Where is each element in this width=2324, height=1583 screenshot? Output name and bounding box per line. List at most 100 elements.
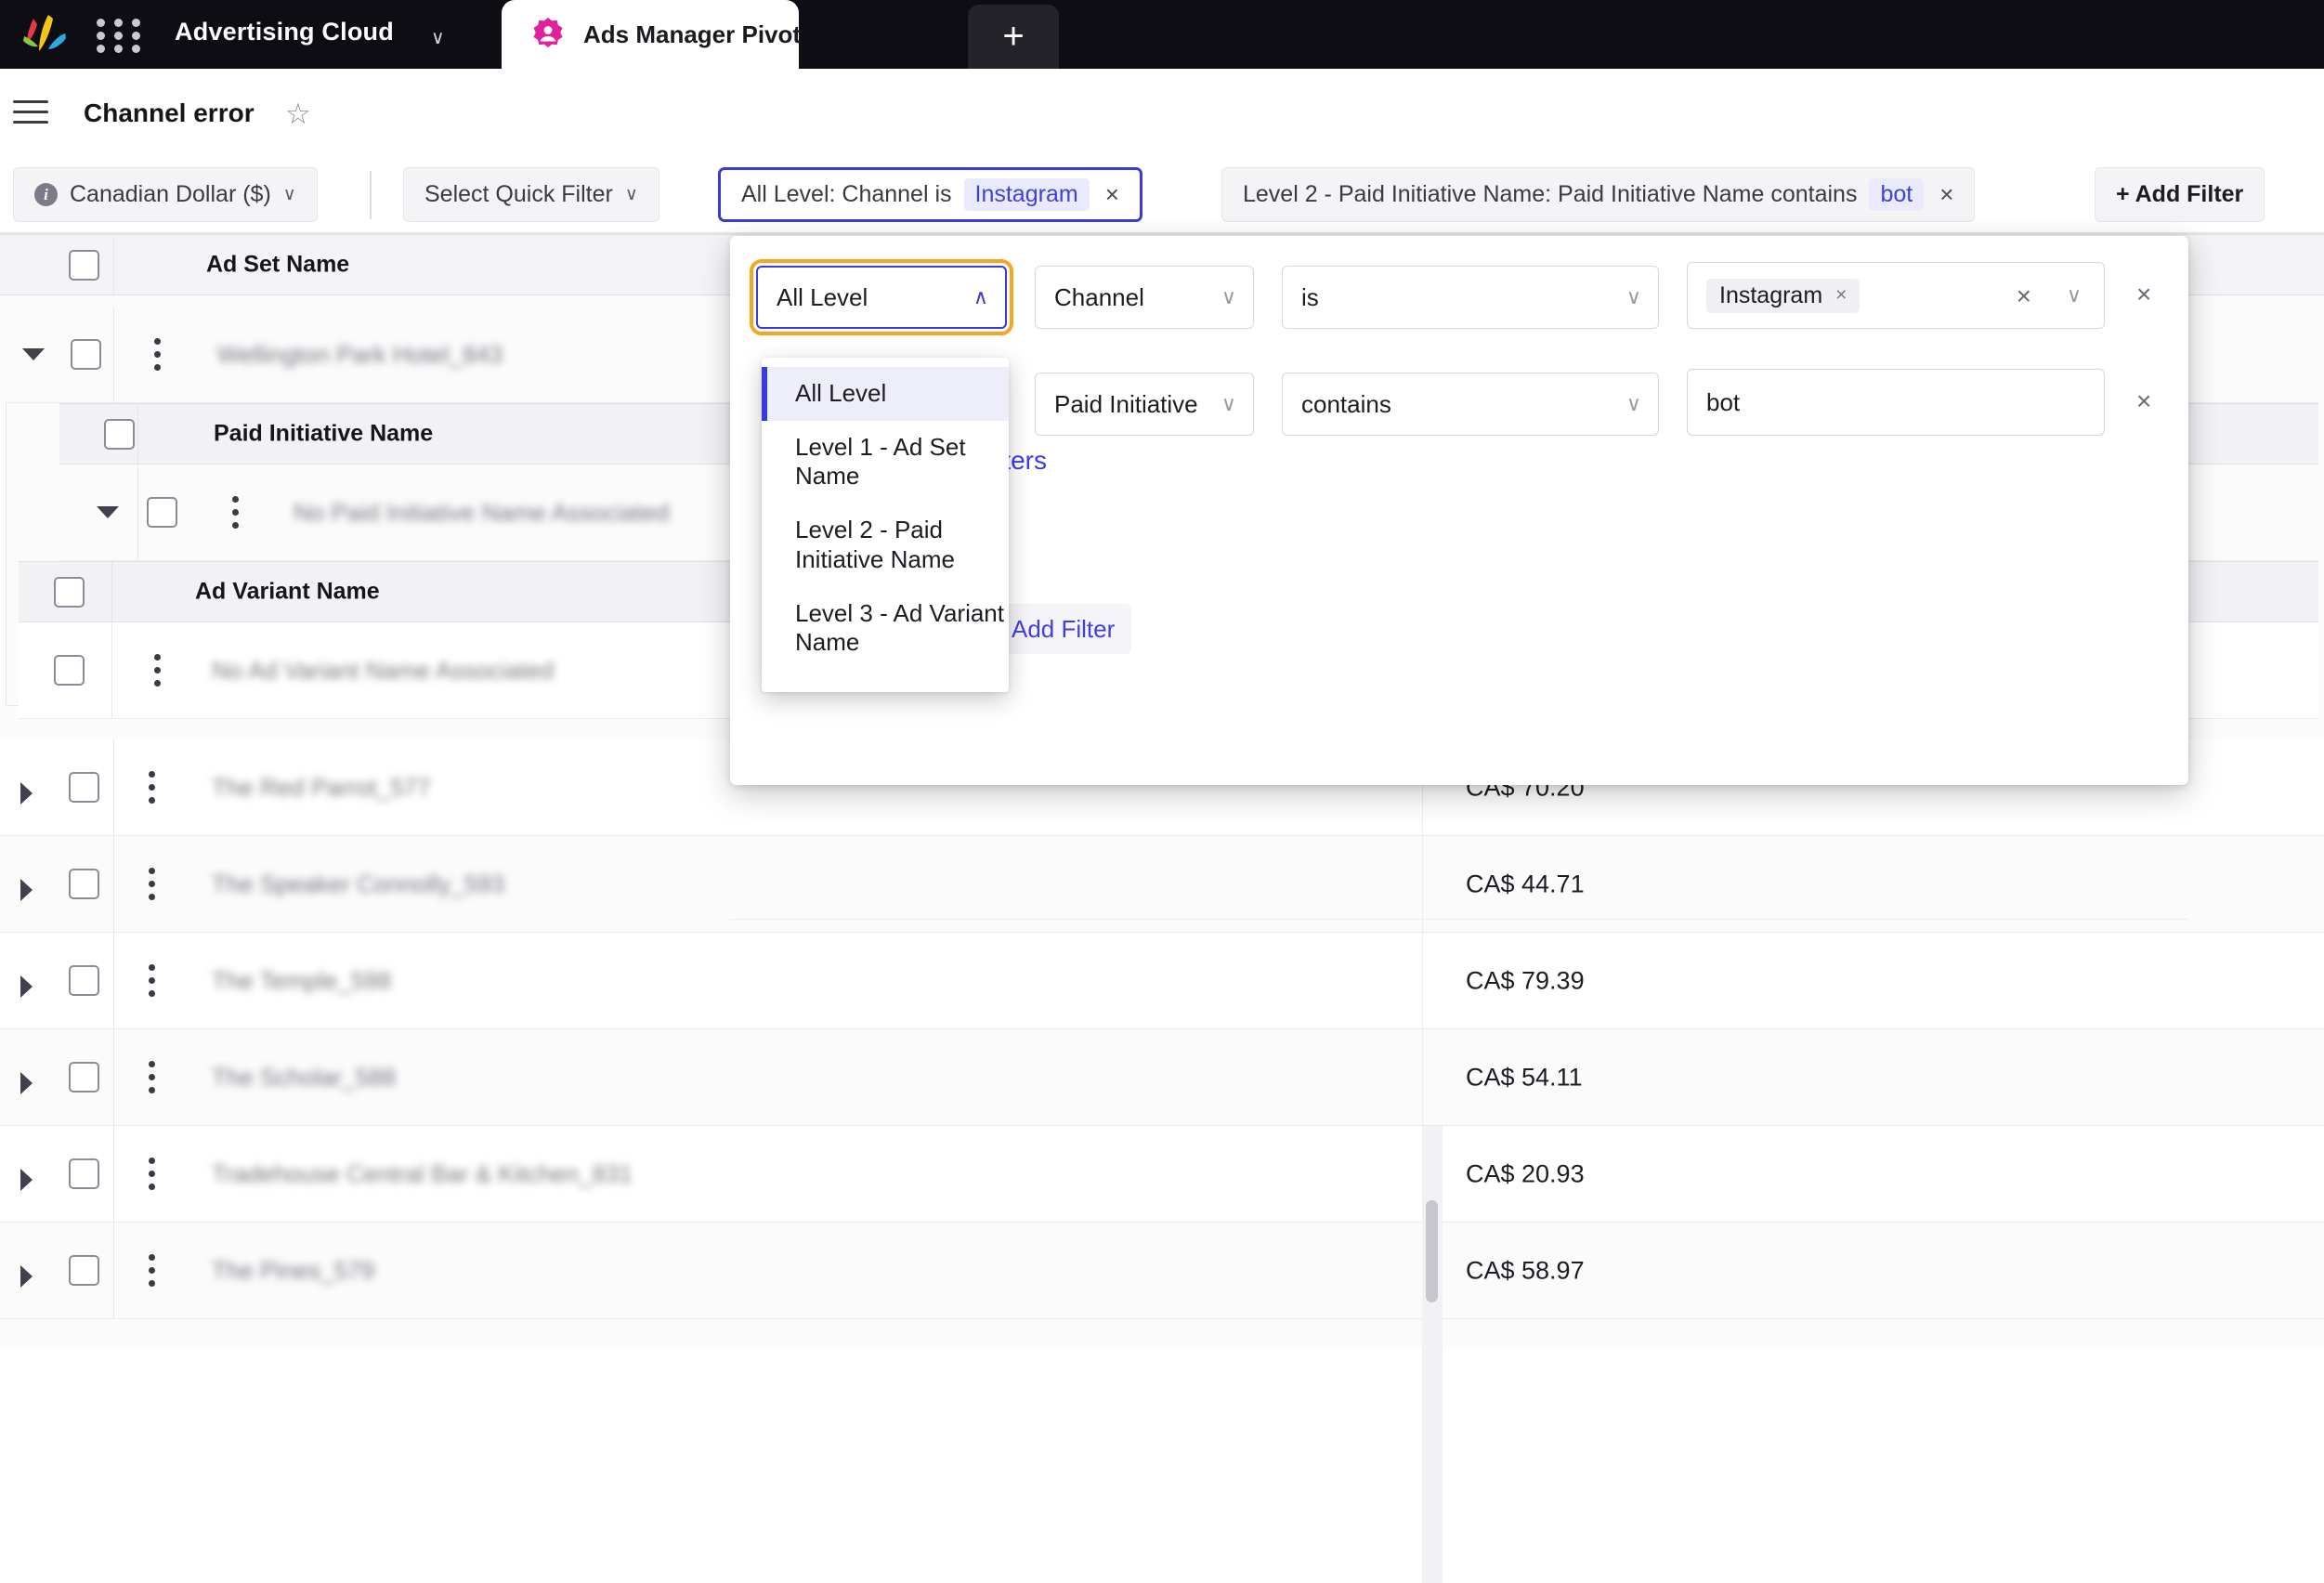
table-row[interactable]: The Scholar_588 CA$ 54.11	[0, 1029, 2324, 1126]
plus-icon: +	[1002, 16, 1025, 57]
row-checkbox[interactable]	[59, 307, 111, 402]
filter-prefix-label: Level 2 - Paid Initiative Name: Paid Ini…	[1243, 181, 1858, 207]
page-title: Channel error	[84, 98, 255, 127]
expand-toggle-icon[interactable]	[20, 879, 33, 901]
row-checkbox[interactable]	[136, 464, 188, 560]
row-name: The Temple_598	[212, 966, 392, 994]
remove-filter-row-2[interactable]: ×	[2136, 386, 2151, 416]
select-all-checkbox-l3[interactable]	[43, 562, 95, 621]
quick-filter-label: Select Quick Filter	[424, 181, 613, 207]
level-dropdown-menu: All Level Level 1 - Ad Set Name Level 2 …	[762, 358, 1009, 692]
row-menu-icon[interactable]	[232, 496, 239, 535]
chevron-down-icon: ∨	[1221, 285, 1236, 308]
ads-manager-icon	[533, 18, 563, 47]
quick-filter-selector[interactable]: Select Quick Filter ∨	[403, 167, 659, 222]
row-checkbox[interactable]	[56, 836, 111, 932]
table-row[interactable]: The Pines_579 CA$ 58.97	[0, 1223, 2324, 1319]
row-name: The Scholar_588	[212, 1063, 397, 1091]
select-all-checkbox-l1[interactable]	[56, 235, 111, 294]
row-menu-icon[interactable]	[149, 1254, 155, 1293]
chevron-up-icon: ∧	[973, 285, 988, 308]
row-name: No Ad Variant Name Associated	[212, 656, 555, 684]
adobe-logo-icon[interactable]	[20, 13, 69, 56]
row-menu-icon[interactable]	[154, 654, 161, 693]
filter-operator-value: is	[1301, 282, 1319, 311]
row-checkbox[interactable]	[56, 933, 111, 1028]
filter-operator-select-2[interactable]: contains ∨	[1282, 373, 1659, 436]
hamburger-menu-icon[interactable]	[13, 100, 48, 124]
row-checkbox[interactable]	[56, 1126, 111, 1222]
collapse-toggle-icon[interactable]	[22, 348, 45, 360]
chevron-down-icon[interactable]: ∨	[431, 26, 445, 49]
brand-title[interactable]: Advertising Cloud	[175, 18, 394, 46]
dropdown-option-level-2[interactable]: Level 2 - Paid Initiative Name	[762, 504, 1009, 586]
app-grid-icon[interactable]	[97, 19, 145, 53]
row-cost: CA$ 54.11	[1466, 1063, 1583, 1091]
chevron-down-icon[interactable]: ∨	[2067, 283, 2082, 307]
row-menu-icon[interactable]	[149, 1061, 155, 1100]
row-menu-icon[interactable]	[149, 964, 155, 1003]
row-checkbox[interactable]	[56, 1223, 111, 1318]
currency-label: Canadian Dollar ($)	[70, 181, 271, 207]
filter-field-value: Channel	[1054, 282, 1144, 311]
filter-value-text: bot	[1706, 387, 1741, 416]
collapse-toggle-icon[interactable]	[97, 506, 119, 518]
filter-level-value: All Level	[777, 282, 868, 311]
tab-label: Ads Manager Pivot	[583, 20, 802, 48]
expand-toggle-icon[interactable]	[20, 1169, 33, 1191]
filter-value-input-2[interactable]: bot	[1687, 369, 2105, 436]
dropdown-option-all-level[interactable]: All Level	[762, 367, 1009, 421]
close-icon[interactable]: ×	[1105, 180, 1119, 209]
table-row[interactable]: The Temple_598 CA$ 79.39	[0, 933, 2324, 1029]
add-filter-button[interactable]: + Add Filter	[2095, 167, 2265, 222]
chevron-down-icon: ∨	[1625, 285, 1641, 308]
expand-toggle-icon[interactable]	[20, 975, 33, 998]
filter-field-select-2[interactable]: Paid Initiative ∨	[1035, 373, 1254, 436]
selected-value-chip[interactable]: Instagram ×	[1706, 278, 1861, 313]
row-checkbox[interactable]	[43, 622, 95, 718]
dropdown-option-level-1[interactable]: Level 1 - Ad Set Name	[762, 421, 1009, 504]
active-filter-paid-initiative[interactable]: Level 2 - Paid Initiative Name: Paid Ini…	[1221, 167, 1976, 222]
clear-value-icon[interactable]: ×	[2017, 281, 2031, 311]
active-filter-channel[interactable]: All Level: Channel is Instagram ×	[718, 167, 1142, 222]
row-menu-icon[interactable]	[149, 868, 155, 907]
chevron-down-icon: ∨	[624, 185, 638, 204]
filter-value-multiselect-1[interactable]: Instagram × × ∨	[1687, 262, 2105, 329]
chevron-down-icon: ∨	[1221, 392, 1236, 415]
favorite-star-icon[interactable]: ☆	[285, 99, 311, 128]
new-tab-button[interactable]: +	[968, 5, 1059, 69]
currency-selector[interactable]: i Canadian Dollar ($) ∨	[13, 167, 318, 222]
vertical-scrollbar-thumb[interactable]	[1426, 1200, 1438, 1302]
select-all-checkbox-l2[interactable]	[93, 404, 145, 464]
row-checkbox[interactable]	[56, 739, 111, 835]
row-menu-icon[interactable]	[149, 1158, 155, 1197]
dropdown-option-level-3[interactable]: Level 3 - Ad Variant Name	[762, 587, 1009, 670]
filter-level-select[interactable]: All Level ∧	[750, 259, 1013, 335]
tab-ads-manager-pivot[interactable]: Ads Manager Pivot	[502, 0, 802, 69]
expand-toggle-icon[interactable]	[20, 782, 33, 805]
filter-field-select-1[interactable]: Channel ∨	[1035, 266, 1254, 329]
column-header-label: Paid Initiative Name	[214, 420, 434, 447]
filter-operator-value: contains	[1301, 389, 1391, 418]
row-menu-icon[interactable]	[154, 338, 161, 377]
chip-close-icon[interactable]: ×	[1835, 284, 1847, 307]
column-header-label: Ad Variant Name	[195, 578, 380, 605]
vertical-scrollbar-track[interactable]	[1422, 1126, 1443, 1583]
filter-operator-select-1[interactable]: is ∨	[1282, 266, 1659, 329]
row-checkbox[interactable]	[56, 1029, 111, 1125]
filter-bar: i Canadian Dollar ($) ∨ Select Quick Fil…	[0, 154, 2324, 234]
row-name: The Speaker Connolly_593	[212, 870, 505, 897]
add-filter-label: + Add Filter	[2116, 181, 2244, 207]
row-name: No Paid Initiative Name Associated	[294, 498, 670, 526]
row-name: Wellington Park Hotel_843	[217, 340, 503, 368]
page-title-bar: Channel error ☆	[0, 69, 2324, 154]
chevron-down-icon: ∨	[282, 185, 296, 204]
row-menu-icon[interactable]	[149, 771, 155, 810]
info-icon: i	[34, 183, 58, 206]
close-icon[interactable]: ×	[1939, 180, 1953, 209]
remove-filter-row-1[interactable]: ×	[2136, 280, 2151, 309]
expand-toggle-icon[interactable]	[20, 1265, 33, 1288]
chip-label: Instagram	[1719, 281, 1823, 308]
expand-toggle-icon[interactable]	[20, 1072, 33, 1094]
table-row[interactable]: Tradehouse Central Bar & Kitchen_831 CA$…	[0, 1126, 2324, 1223]
